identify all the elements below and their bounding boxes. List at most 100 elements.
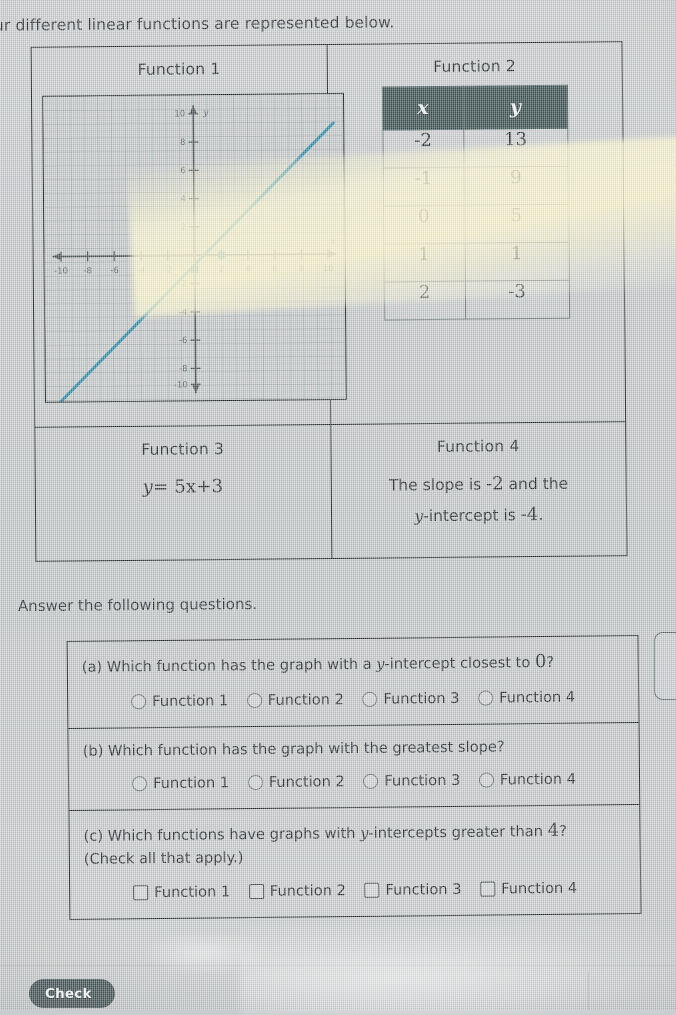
table-row: -2 13 xyxy=(383,128,568,168)
choice-b-function-2[interactable]: Function 2 xyxy=(248,773,345,791)
question-b-text: (b) Which function has the graph with th… xyxy=(83,735,625,762)
question-c-text-pre: (c) Which functions have graphs with xyxy=(84,825,361,845)
choice-label: Function 2 xyxy=(270,882,346,900)
function-2-value-table: x y -2 13 -1 9 xyxy=(382,85,570,321)
svg-text:2: 2 xyxy=(219,265,225,275)
value-table-body: -2 13 -1 9 0 5 xyxy=(383,128,570,320)
question-c-instruction: (Check all that apply.) xyxy=(84,850,244,869)
checkbox-icon[interactable] xyxy=(364,882,379,897)
value-table-header-row: x y xyxy=(382,85,567,130)
question-c: (c) Which functions have graphs with y-i… xyxy=(69,805,640,918)
radio-icon[interactable] xyxy=(247,693,262,708)
question-a-text-pre: (a) Which function has the graph with a xyxy=(82,656,377,676)
slope-text-pre: The slope is xyxy=(389,476,486,495)
svg-text:y: y xyxy=(202,108,209,118)
slope-text-post: and the xyxy=(504,475,569,494)
function-2-cell: Function 2 x y -2 13 xyxy=(327,42,626,425)
choice-a-function-2[interactable]: Function 2 xyxy=(247,691,344,709)
question-c-choices: Function 1 Function 2 Function 3 Functio… xyxy=(84,879,626,905)
choice-b-function-4[interactable]: Function 4 xyxy=(479,771,576,789)
radio-icon[interactable] xyxy=(131,694,146,709)
question-c-text-mid: -intercepts greater than xyxy=(368,823,547,842)
svg-text:-10: -10 xyxy=(174,380,188,390)
page-content: ur different linear functions are repres… xyxy=(0,0,676,1010)
svg-text:-8: -8 xyxy=(179,364,188,374)
question-b: (b) Which function has the graph with th… xyxy=(68,723,639,811)
svg-text:-6: -6 xyxy=(179,336,188,346)
question-c-text: (c) Which functions have graphs with y-i… xyxy=(83,817,625,870)
function-1-graph: -10 -8 -6 -4 -2 2 4 6 8 10 xyxy=(42,93,347,403)
intercept-value: -4 xyxy=(521,504,539,525)
coordinate-plane-svg: -10 -8 -6 -4 -2 2 4 6 8 10 xyxy=(43,94,346,402)
choice-c-function-3[interactable]: Function 3 xyxy=(364,880,461,898)
cell-x: 0 xyxy=(383,205,464,244)
function-4-cell: Function 4 The slope is -2 and the y-int… xyxy=(330,422,627,559)
svg-text:8: 8 xyxy=(180,138,186,148)
choice-label: Function 1 xyxy=(153,775,229,793)
question-a-text-mid: -intercept closest to xyxy=(384,654,535,673)
question-a-variable: y xyxy=(376,656,384,673)
functions-row-bottom: Function 3 y= 5x+3 Function 4 The slope … xyxy=(35,422,627,562)
svg-text:-2: -2 xyxy=(164,266,173,276)
column-header-y: y xyxy=(463,85,568,129)
radio-icon[interactable] xyxy=(362,692,377,707)
question-a-number: 0 xyxy=(535,651,547,672)
cell-x: -2 xyxy=(383,129,464,168)
choice-label: Function 2 xyxy=(269,773,345,791)
cell-x: 2 xyxy=(384,281,465,320)
svg-text:-8: -8 xyxy=(84,266,93,276)
check-button[interactable]: Check xyxy=(29,979,115,1008)
radio-icon[interactable] xyxy=(363,774,378,789)
choice-b-function-3[interactable]: Function 3 xyxy=(363,772,460,790)
choice-c-function-4[interactable]: Function 4 xyxy=(480,879,577,897)
question-a-text: (a) Which function has the graph with a … xyxy=(82,648,624,680)
cell-x: 1 xyxy=(384,243,465,282)
svg-text:-4: -4 xyxy=(179,308,188,318)
choice-label: Function 4 xyxy=(499,689,575,707)
svg-text:-10: -10 xyxy=(54,267,68,277)
question-c-number: 4 xyxy=(547,820,559,841)
choice-c-function-2[interactable]: Function 2 xyxy=(249,882,346,900)
question-c-text-end: ? xyxy=(559,823,567,840)
choice-c-function-1[interactable]: Function 1 xyxy=(133,883,230,901)
answer-prompt: Answer the following questions. xyxy=(18,595,257,615)
choice-a-function-4[interactable]: Function 4 xyxy=(478,689,575,707)
checkbox-icon[interactable] xyxy=(133,885,148,900)
cell-y: 1 xyxy=(465,242,570,281)
svg-text:4: 4 xyxy=(245,265,251,275)
function-2-title: Function 2 xyxy=(337,56,612,77)
value-table-head: x y xyxy=(382,85,567,130)
intro-text: ur different linear functions are repres… xyxy=(0,13,395,34)
function-1-title: Function 1 xyxy=(42,59,317,80)
function-4-description: The slope is -2 and the y-intercept is -… xyxy=(341,468,616,532)
svg-text:-6: -6 xyxy=(110,266,119,276)
svg-text:2: 2 xyxy=(181,223,187,233)
table-row: 0 5 xyxy=(383,204,568,244)
svg-text:6: 6 xyxy=(180,166,186,176)
choice-label: Function 4 xyxy=(500,771,576,789)
svg-text:8: 8 xyxy=(299,264,305,274)
radio-icon[interactable] xyxy=(248,775,263,790)
side-panel-widget[interactable] xyxy=(654,632,676,700)
column-header-x: x xyxy=(382,86,463,130)
question-b-choices: Function 1 Function 2 Function 3 Functio… xyxy=(83,770,625,796)
checkbox-icon[interactable] xyxy=(480,881,495,896)
functions-row-top: Function 1 xyxy=(31,42,626,428)
equation-variable: y xyxy=(143,477,154,498)
table-row: -1 9 xyxy=(383,166,568,206)
choice-label: Function 3 xyxy=(383,690,459,708)
radio-icon[interactable] xyxy=(132,776,147,791)
choice-a-function-1[interactable]: Function 1 xyxy=(131,692,228,710)
checkbox-icon[interactable] xyxy=(249,883,264,898)
choice-label: Function 1 xyxy=(152,692,228,710)
svg-text:10: 10 xyxy=(174,109,185,119)
footer-hairline xyxy=(588,972,589,1010)
choice-label: Function 4 xyxy=(501,879,577,897)
function-3-cell: Function 3 y= 5x+3 xyxy=(35,424,332,561)
choice-a-function-3[interactable]: Function 3 xyxy=(362,690,459,708)
functions-table: Function 1 xyxy=(31,41,628,562)
radio-icon[interactable] xyxy=(478,691,493,706)
equation-expression: = 5x+3 xyxy=(153,476,223,498)
choice-b-function-1[interactable]: Function 1 xyxy=(132,775,229,793)
radio-icon[interactable] xyxy=(479,773,494,788)
